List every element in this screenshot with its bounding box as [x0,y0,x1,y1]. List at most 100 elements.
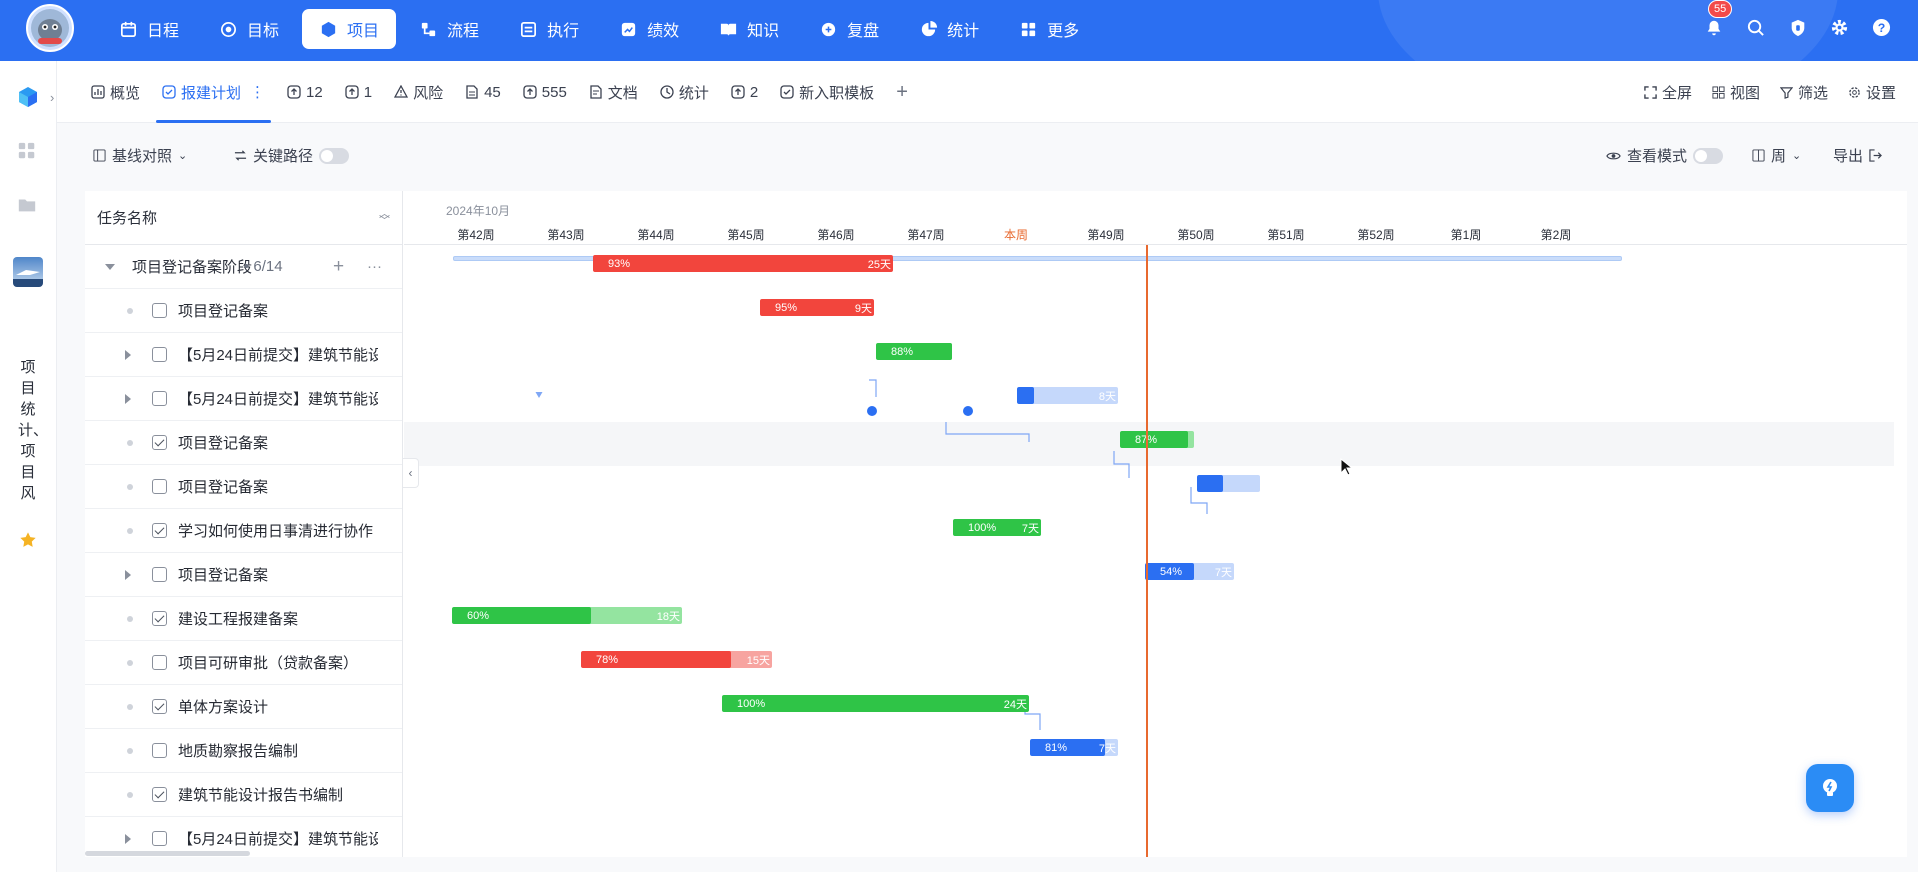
gantt-bar[interactable]: 100% 24天 [722,695,1029,712]
task-checkbox[interactable] [152,567,167,582]
tab-10[interactable]: 新入职模板 [780,61,874,123]
task-row[interactable]: 【5月24日前提交】建筑节能设计报告 [85,377,402,421]
task-checkbox[interactable] [152,787,167,802]
gantt-bar[interactable]: 54% 7天 [1145,563,1234,580]
gantt-bar[interactable]: 78% 15天 [581,651,772,668]
task-checkbox[interactable] [152,347,167,362]
shield-icon[interactable] [1787,17,1808,38]
project-cube-icon[interactable] [17,86,39,108]
tab-2[interactable]: 12 [287,61,323,123]
task-row[interactable]: 建筑节能设计报告书编制 [85,773,402,817]
help-icon[interactable]: ? [1871,17,1892,38]
tab-1[interactable]: 报建计划 ⋮ [156,61,272,123]
filter-button[interactable]: 筛选 [1779,82,1828,103]
task-row[interactable]: 单体方案设计 [85,685,402,729]
more-options-icon[interactable]: ··· [367,258,382,275]
search-icon[interactable] [1745,17,1766,38]
tab-7[interactable]: 文档 [589,61,638,123]
task-checkbox[interactable] [152,831,167,846]
view-mode-toggle[interactable] [1693,147,1724,164]
gantt-bar[interactable]: 8天 [1017,387,1118,404]
user-avatar[interactable] [26,4,74,52]
gantt-bar[interactable]: 87% [1120,431,1194,448]
task-row[interactable]: 学习如何使用日事清进行协作 [85,509,402,553]
tab-3[interactable]: 1 [345,61,372,123]
nav-item-pie-chart[interactable]: 统计 [902,9,996,49]
task-row[interactable]: 项目登记备案 [85,465,402,509]
assistant-lightbulb-button[interactable] [1806,764,1854,812]
task-row[interactable]: 项目可研审批（贷款备案） [85,641,402,685]
folder-icon[interactable] [17,195,39,217]
nav-item-task-list[interactable]: 执行 [502,9,596,49]
tab-6[interactable]: 555 [523,61,567,123]
fullscreen-button[interactable]: 全屏 [1644,82,1692,103]
bar-link-handle[interactable] [963,406,973,416]
bar-link-handle[interactable] [867,406,877,416]
task-row[interactable]: 项目登记备案 [85,289,402,333]
expand-caret-icon[interactable] [125,393,131,404]
favorite-star-icon[interactable] [19,531,37,554]
view-mode-control[interactable]: 查看模式 [1606,145,1724,166]
sort-icon[interactable]: ︿ ﹀ [379,208,390,226]
gantt-bar[interactable]: 88% [876,343,952,360]
nav-item-performance[interactable]: 绩效 [602,9,696,49]
gantt-bar[interactable]: 81% 7天 [1030,739,1118,756]
gantt-bar[interactable]: 95% 9天 [760,299,874,316]
notification-bell-icon[interactable]: 55 [1703,0,1733,38]
expand-caret-icon[interactable] [125,569,131,580]
task-checkbox[interactable] [152,611,167,626]
horizontal-scrollbar[interactable] [85,851,250,856]
nav-item-apps[interactable]: 更多 [1002,9,1096,49]
task-checkbox[interactable] [152,655,167,670]
critical-path-control[interactable]: 关键路径 [234,145,350,166]
gear-icon[interactable] [1829,17,1850,38]
tab-5[interactable]: 45 [465,61,501,123]
expand-caret-icon[interactable] [125,349,131,360]
group-progress-count: • 6/14 [244,258,283,275]
task-checkbox[interactable] [152,435,167,450]
nav-item-flow[interactable]: 流程 [402,9,496,49]
add-tab-icon[interactable]: + [896,61,908,123]
task-row[interactable]: 建设工程报建备案 [85,597,402,641]
task-checkbox[interactable] [152,391,167,406]
nav-item-target[interactable]: 目标 [202,9,296,49]
project-thumbnail[interactable] [13,257,43,287]
tab-more-icon[interactable]: ⋮ [250,83,265,101]
task-checkbox[interactable] [152,743,167,758]
tab-0[interactable]: 概览 [91,61,140,123]
task-checkbox[interactable] [152,479,167,494]
baseline-compare-button[interactable]: 基线对照 ⌄ [93,145,187,166]
grid-apps-icon[interactable] [17,141,39,163]
view-button[interactable]: 视图 [1712,82,1760,103]
gantt-bar[interactable]: 60% 18天 [452,607,682,624]
tab-4[interactable]: 风险 [394,61,443,123]
task-group-row[interactable]: 项目登记备案阶段 • 6/14 + ··· [85,245,402,289]
group-collapse-caret-icon[interactable] [105,263,115,270]
add-task-icon[interactable]: + [333,256,344,278]
nav-item-cube[interactable]: 项目 [302,9,397,49]
gantt-bar-remaining-label: 15天 [746,654,770,667]
expand-caret-icon[interactable] [125,833,131,844]
nav-item-review[interactable]: 复盘 [802,9,896,49]
gantt-bar[interactable]: 93% 25天 [593,255,893,272]
task-checkbox[interactable] [152,303,167,318]
nav-item-calendar[interactable]: 日程 [102,9,196,49]
export-button[interactable]: 导出 [1833,145,1882,166]
task-row[interactable]: 地质勘察报告编制 [85,729,402,773]
settings-button[interactable]: 设置 [1848,82,1896,103]
task-checkbox[interactable] [152,699,167,714]
collapse-table-chevron-icon[interactable]: ‹ [403,458,419,488]
tab-8[interactable]: 统计 [660,61,709,123]
gantt-bar[interactable]: 100% 7天 [953,519,1041,536]
gantt-bar[interactable] [1197,475,1260,492]
nav-item-label: 绩效 [647,23,680,40]
sidebar-expand-chevron-icon[interactable]: › [50,90,54,105]
task-row[interactable]: 项目登记备案 [85,421,402,465]
nav-item-book[interactable]: 知识 [702,9,796,49]
critical-path-toggle[interactable] [319,147,350,164]
period-select[interactable]: 周 ⌄ [1752,145,1801,166]
tab-9[interactable]: 2 [731,61,758,123]
task-row[interactable]: 【5月24日前提交】建筑节能设计报告 [85,333,402,377]
task-checkbox[interactable] [152,523,167,538]
task-row[interactable]: 项目登记备案 [85,553,402,597]
